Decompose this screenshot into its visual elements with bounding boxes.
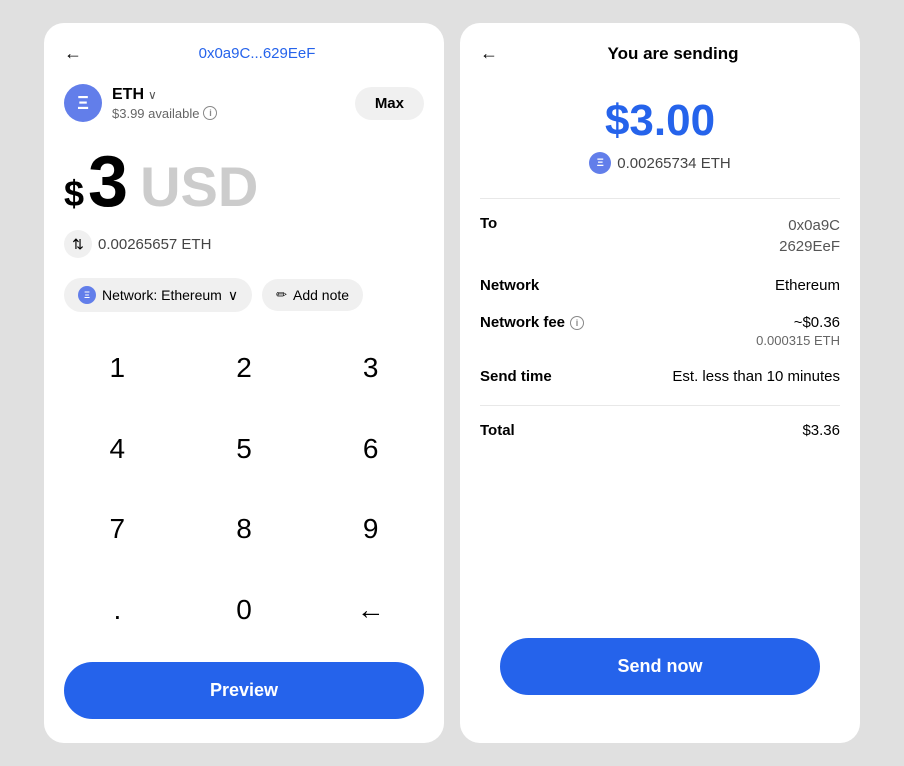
numpad-key-7[interactable]: 7: [54, 489, 181, 570]
address-display[interactable]: 0x0a9C...629EeF: [90, 45, 424, 62]
total-value: $3.36: [802, 422, 840, 439]
send-time-value: Est. less than 10 minutes: [672, 368, 840, 385]
max-button[interactable]: Max: [355, 87, 424, 120]
token-name-row[interactable]: ETH ∨: [112, 86, 217, 104]
back-button-right[interactable]: ←: [480, 43, 498, 64]
eth-equivalent-row: ⇅ 0.00265657 ETH: [44, 226, 444, 270]
available-info-icon[interactable]: i: [203, 106, 217, 120]
add-note-label: Add note: [293, 287, 349, 303]
fee-label: Network fee: [480, 314, 565, 331]
network-selector[interactable]: Ξ Network: Ethereum ∨: [64, 278, 252, 312]
send-now-button[interactable]: Send now: [500, 638, 820, 695]
total-label: Total: [480, 422, 515, 439]
numpad-key-3[interactable]: 3: [307, 328, 434, 409]
back-button-left[interactable]: ←: [64, 43, 82, 64]
left-header: ← 0x0a9C...629EeF: [44, 23, 444, 76]
fee-label-row: Network fee i: [480, 314, 584, 331]
eth-token-icon: Ξ: [64, 84, 102, 122]
right-header: ← You are sending: [460, 23, 860, 76]
confirm-panel: ← You are sending $3.00 Ξ 0.00265734 ETH…: [460, 23, 860, 743]
fee-info-icon[interactable]: i: [570, 316, 584, 330]
send-panel: ← 0x0a9C...629EeF Ξ ETH ∨ $3.99 availabl…: [44, 23, 444, 743]
network-row: Network Ethereum: [480, 277, 840, 294]
token-info: Ξ ETH ∨ $3.99 available i: [64, 84, 217, 122]
numpad: 123 456 789.0←: [44, 328, 444, 650]
eth-equiv-text: 0.00265657 ETH: [98, 236, 211, 253]
divider-top: [480, 198, 840, 199]
sending-eth-amount: 0.00265734 ETH: [617, 155, 730, 172]
confirm-title: You are sending: [506, 44, 840, 64]
available-row: $3.99 available i: [112, 106, 217, 121]
available-text: $3.99 available: [112, 106, 199, 121]
divider-bottom: [480, 405, 840, 406]
decimal-key[interactable]: .: [54, 570, 181, 651]
network-detail-value: Ethereum: [775, 277, 840, 294]
fee-eth-value: 0.000315 ETH: [756, 333, 840, 348]
total-row: Total $3.36: [480, 422, 840, 439]
right-panel-bottom: Send now: [460, 459, 860, 743]
network-chevron-icon: ∨: [228, 287, 238, 304]
send-time-row: Send time Est. less than 10 minutes: [480, 368, 840, 385]
to-address-line1: 0x0a9C: [779, 215, 840, 236]
numpad-key-4[interactable]: 4: [54, 409, 181, 490]
network-eth-symbol: Ξ: [84, 290, 90, 300]
network-detail-label: Network: [480, 277, 539, 294]
amount-display: $ 3 USD: [44, 130, 444, 226]
amount-currency: USD: [140, 159, 258, 215]
preview-button[interactable]: Preview: [64, 662, 424, 719]
fee-row: Network fee i ~$0.36 0.000315 ETH: [480, 314, 840, 348]
pencil-icon: ✏: [276, 287, 287, 303]
to-row: To 0x0a9C 2629EeF: [480, 215, 840, 257]
to-address-block: 0x0a9C 2629EeF: [779, 215, 840, 257]
token-name-label: ETH: [112, 86, 144, 104]
amount-number: 3: [88, 146, 128, 218]
to-label: To: [480, 215, 497, 232]
sending-eth-icon: Ξ: [589, 152, 611, 174]
sending-eth-row: Ξ 0.00265734 ETH: [480, 152, 840, 174]
swap-icon[interactable]: ⇅: [64, 230, 92, 258]
network-eth-icon: Ξ: [78, 286, 96, 304]
fee-value-block: ~$0.36 0.000315 ETH: [756, 314, 840, 348]
options-row: Ξ Network: Ethereum ∨ ✏ Add note: [44, 270, 444, 328]
to-address-line2: 2629EeF: [779, 236, 840, 257]
numpad-key-8[interactable]: 8: [181, 489, 308, 570]
numpad-key-9[interactable]: 9: [307, 489, 434, 570]
numpad-key-5[interactable]: 5: [181, 409, 308, 490]
token-details: ETH ∨ $3.99 available i: [112, 86, 217, 121]
token-chevron-icon: ∨: [148, 88, 157, 102]
numpad-key-6[interactable]: 6: [307, 409, 434, 490]
sending-usd-amount: $3.00: [480, 96, 840, 146]
numpad-key-2[interactable]: 2: [181, 328, 308, 409]
sending-amount-section: $3.00 Ξ 0.00265734 ETH: [460, 76, 860, 182]
backspace-key[interactable]: ←: [307, 570, 434, 651]
eth-symbol: Ξ: [77, 93, 89, 114]
send-time-label: Send time: [480, 368, 552, 385]
numpad-key-0[interactable]: 0: [181, 570, 308, 651]
fee-usd-value: ~$0.36: [756, 314, 840, 331]
network-label: Network: Ethereum: [102, 287, 222, 303]
token-row: Ξ ETH ∨ $3.99 available i Max: [44, 76, 444, 130]
detail-section: To 0x0a9C 2629EeF Network Ethereum Netwo…: [460, 215, 860, 459]
sending-eth-symbol: Ξ: [597, 157, 604, 169]
numpad-key-1[interactable]: 1: [54, 328, 181, 409]
dollar-sign: $: [64, 173, 84, 215]
add-note-button[interactable]: ✏ Add note: [262, 279, 363, 311]
